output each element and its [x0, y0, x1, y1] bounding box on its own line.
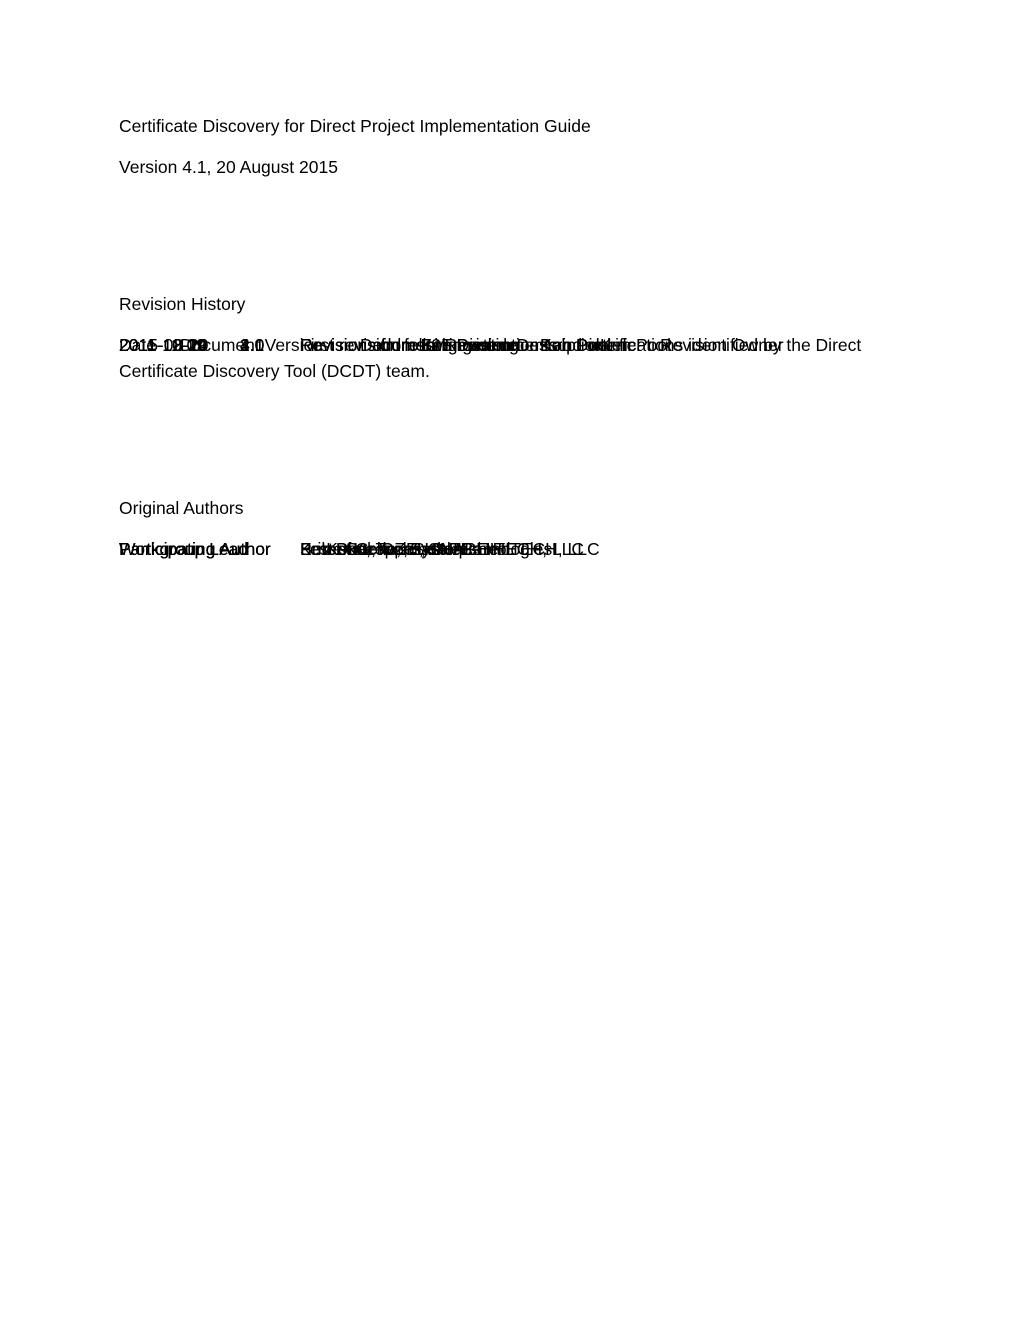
- revision-row: 2015-08-20 4.1 Revision addressing corre…: [119, 332, 894, 384]
- revision-row-version: 4.1: [240, 335, 265, 355]
- document-version-line: Version 4.1, 20 August 2015: [119, 154, 894, 180]
- document-page: Certificate Discovery for Direct Project…: [0, 0, 1020, 1320]
- revision-row-date: 2015-08-20: [119, 335, 209, 355]
- author-row-name: Lester Keepper, SHAPE HITECH, LLC: [300, 539, 600, 559]
- original-authors-heading-text: Original Authors: [119, 498, 244, 518]
- document-version-text: Version 4.1, 20 August 2015: [119, 157, 338, 177]
- revision-row-description: Revision addressing corrections and clar…: [119, 335, 862, 381]
- author-row-role: Participating Author: [119, 539, 271, 559]
- original-authors-heading: Original Authors: [119, 495, 894, 521]
- document-title: Certificate Discovery for Direct Project…: [119, 113, 894, 139]
- spacer-before-revision-history: [119, 195, 894, 291]
- document-title-text: Certificate Discovery for Direct Project…: [119, 116, 591, 136]
- revision-history-heading: Revision History: [119, 291, 894, 317]
- revision-history-heading-text: Revision History: [119, 294, 246, 314]
- document-body: Certificate Discovery for Direct Project…: [119, 113, 894, 559]
- spacer-before-original-authors: [119, 399, 894, 495]
